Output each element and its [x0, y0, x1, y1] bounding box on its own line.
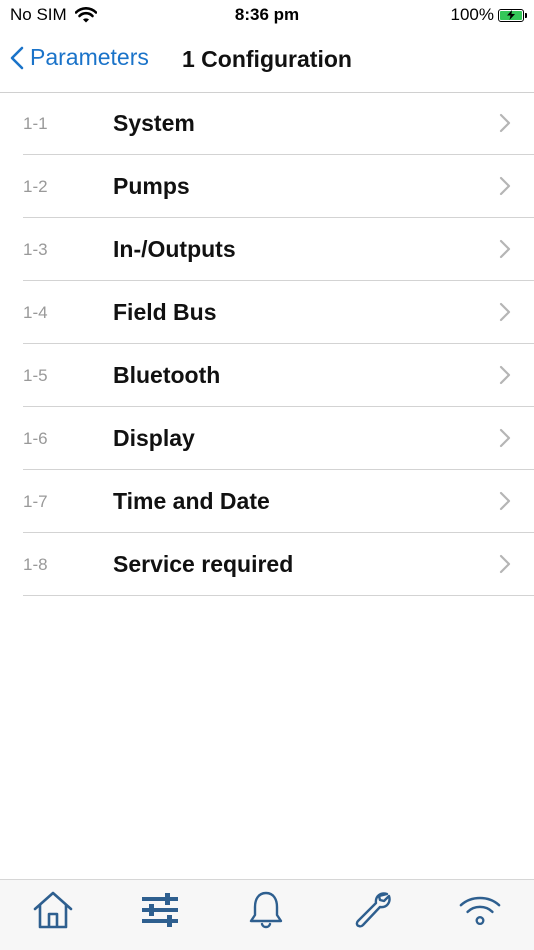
item-number: 1-2 [23, 177, 48, 196]
list-item-bluetooth[interactable]: 1-5 Bluetooth [23, 344, 534, 407]
chevron-right-icon [499, 365, 511, 385]
item-label: Service required [113, 551, 294, 577]
item-label: Pumps [113, 173, 190, 199]
status-right: 100% [450, 5, 527, 25]
item-number: 1-7 [23, 492, 48, 511]
item-number: 1-1 [23, 114, 48, 133]
chevron-right-icon [499, 302, 511, 322]
navigation-bar: Parameters 1 Configuration [0, 30, 534, 93]
battery-percent: 100% [450, 5, 494, 24]
item-label: In-/Outputs [113, 236, 236, 262]
list-item-service-required[interactable]: 1-8 Service required [23, 533, 534, 596]
chevron-right-icon [499, 113, 511, 133]
sliders-icon [142, 893, 178, 927]
back-button-label: Parameters [30, 44, 149, 70]
chevron-right-icon [499, 428, 511, 448]
item-label: Time and Date [113, 488, 270, 514]
item-number: 1-5 [23, 366, 48, 385]
back-button[interactable]: Parameters [10, 44, 149, 71]
item-number: 1-6 [23, 429, 48, 448]
tab-home[interactable] [31, 888, 75, 932]
wifi-icon [459, 896, 501, 926]
chevron-right-icon [499, 554, 511, 574]
tab-alarms[interactable] [244, 888, 288, 932]
list-item-display[interactable]: 1-6 Display [23, 407, 534, 470]
item-label: Field Bus [113, 299, 217, 325]
tab-bar [0, 879, 534, 950]
item-number: 1-3 [23, 240, 48, 259]
chevron-right-icon [499, 176, 511, 196]
item-label: Display [113, 425, 195, 451]
chevron-right-icon [499, 491, 511, 511]
list-item-system[interactable]: 1-1 System [23, 92, 534, 155]
status-bar: No SIM 8:36 pm 100% [0, 0, 534, 30]
list-item-in-outputs[interactable]: 1-3 In-/Outputs [23, 218, 534, 281]
item-label: Bluetooth [113, 362, 221, 388]
chevron-left-icon [10, 46, 24, 69]
configuration-list: 1-1 System 1-2 Pumps 1-3 In-/Outputs 1-4… [23, 92, 534, 596]
list-item-time-and-date[interactable]: 1-7 Time and Date [23, 470, 534, 533]
tab-parameters[interactable] [138, 888, 182, 932]
item-number: 1-8 [23, 555, 48, 574]
page-title: 1 Configuration [182, 46, 352, 72]
list-item-field-bus[interactable]: 1-4 Field Bus [23, 281, 534, 344]
tab-connectivity[interactable] [458, 888, 502, 932]
tab-service[interactable] [351, 888, 395, 932]
home-icon [33, 891, 73, 929]
list-item-pumps[interactable]: 1-2 Pumps [23, 155, 534, 218]
charging-bolt-icon [507, 10, 515, 20]
item-label: System [113, 110, 195, 136]
item-number: 1-4 [23, 303, 48, 322]
bell-icon [249, 891, 283, 929]
chevron-right-icon [499, 239, 511, 259]
wrench-icon [355, 892, 391, 928]
battery-icon [498, 8, 527, 22]
